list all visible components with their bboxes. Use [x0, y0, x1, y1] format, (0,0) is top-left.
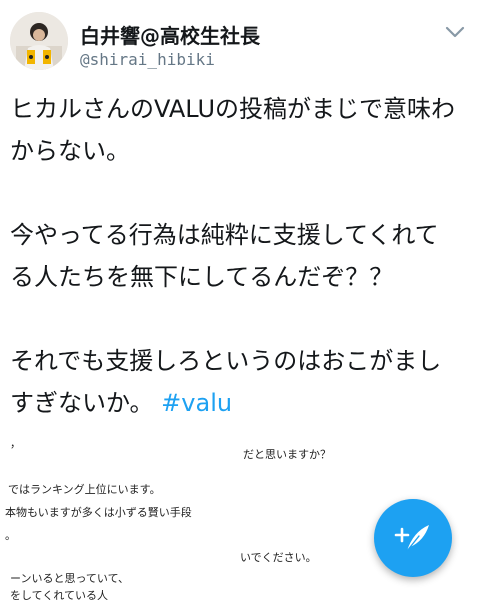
display-name[interactable]: 白井響@高校生社長 [80, 20, 260, 49]
avatar[interactable] [10, 12, 68, 70]
compose-tweet-button[interactable] [374, 499, 452, 577]
user-handle[interactable]: @shirai_hibiki [80, 50, 215, 69]
image-text-line: ではランキング上位にいます。 [8, 483, 161, 496]
tweet-text-line: 今やってる行為は純粋に支援してくれて [10, 221, 439, 249]
tweet-text-line: すぎないか。 [10, 389, 154, 417]
hashtag-link[interactable]: #valu [161, 389, 232, 417]
tweet-text: ヒカルさんのVALUの投稿がまじで意味わ からない。 今やってる行為は純粋に支援… [10, 88, 475, 424]
image-text-line: だと思いますか？ [243, 448, 331, 461]
tweet: 白井響@高校生社長 @shirai_hibiki ヒカルさんのVALUの投稿がま… [0, 0, 480, 602]
chevron-down-icon[interactable] [444, 24, 466, 40]
image-text-line: 本物もいますが多くは小ずる賢い手段 [5, 506, 192, 519]
image-text-line: いでください。 [240, 551, 317, 564]
tweet-text-line: からない。 [10, 137, 130, 165]
tweet-text-line: それでも支援しろというのはおこがまし [10, 347, 442, 375]
image-text-line: をしてくれている人 [10, 589, 109, 602]
image-text-line: ， [10, 437, 21, 450]
image-text-line: ーンいると思っていて、 [10, 572, 130, 585]
tweet-text-line: ヒカルさんのVALUの投稿がまじで意味わ [10, 95, 456, 123]
tweet-text-line: る人たちを無下にしてるんだぞ？？ [10, 263, 394, 291]
paragraph-break [10, 172, 475, 214]
image-text-line: 。 [5, 529, 16, 542]
tweet-text-last-line: すぎないか。 #valu [10, 382, 475, 424]
avatar-image [10, 12, 68, 70]
paragraph-break [10, 298, 475, 340]
compose-tweet-icon [394, 525, 429, 552]
